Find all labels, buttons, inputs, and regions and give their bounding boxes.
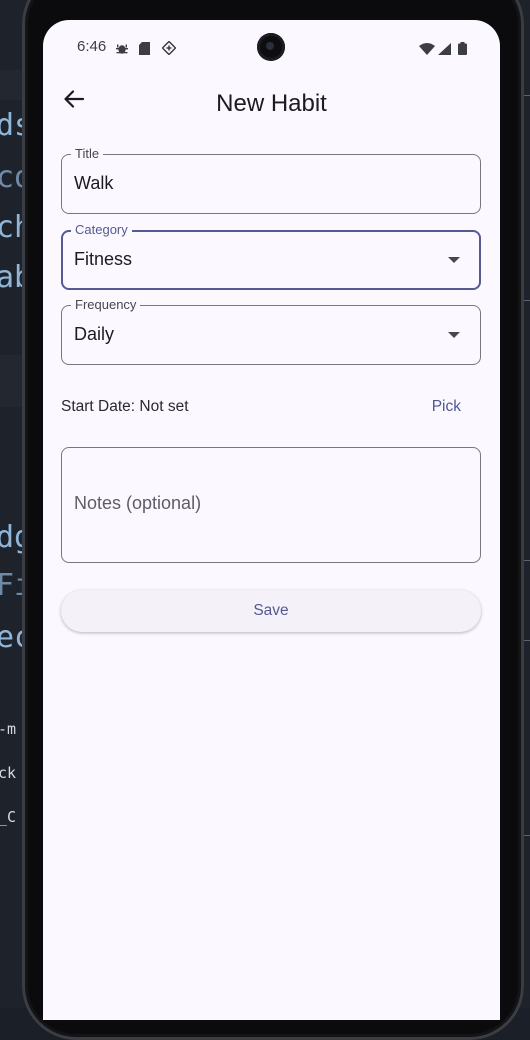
category-dropdown[interactable]: Category Fitness xyxy=(61,222,481,290)
title-field-label: Title xyxy=(71,146,104,161)
battery-icon xyxy=(458,40,467,55)
front-camera xyxy=(257,33,285,61)
category-dropdown-value: Fitness xyxy=(74,249,133,269)
code-line: -m xyxy=(0,720,17,738)
frequency-dropdown-label: Frequency xyxy=(71,297,141,312)
bug-icon xyxy=(116,40,128,54)
app-screen: 6:46 New Habit Title Walk Category Fitne… xyxy=(43,20,500,1020)
start-date-text: Start Date: Not set xyxy=(61,398,189,415)
page-title: New Habit xyxy=(216,90,327,117)
wifi-icon xyxy=(419,40,435,55)
title-field-value: Walk xyxy=(74,173,114,193)
title-field[interactable]: Title Walk xyxy=(61,146,481,214)
dropdown-arrow-icon xyxy=(448,332,460,338)
pick-date-button[interactable]: Pick xyxy=(432,398,461,416)
diamond-notification-icon xyxy=(161,40,177,56)
status-bar: 6:46 xyxy=(43,20,500,72)
cellular-signal-icon xyxy=(438,40,451,55)
code-line: ck xyxy=(0,764,17,782)
start-date-row: Start Date: Not set Pick xyxy=(61,396,481,420)
app-bar: New Habit xyxy=(43,80,500,132)
save-button[interactable]: Save xyxy=(61,590,481,632)
frequency-dropdown[interactable]: Frequency Daily xyxy=(61,297,481,365)
notes-placeholder: Notes (optional) xyxy=(74,493,202,513)
status-time: 6:46 xyxy=(77,38,107,55)
code-line: _C xyxy=(0,808,17,826)
sd-card-icon xyxy=(139,40,151,55)
frequency-dropdown-value: Daily xyxy=(74,324,115,344)
category-dropdown-label: Category xyxy=(71,222,132,237)
dropdown-arrow-icon xyxy=(448,257,460,263)
notes-field[interactable]: Notes (optional) xyxy=(61,447,481,563)
